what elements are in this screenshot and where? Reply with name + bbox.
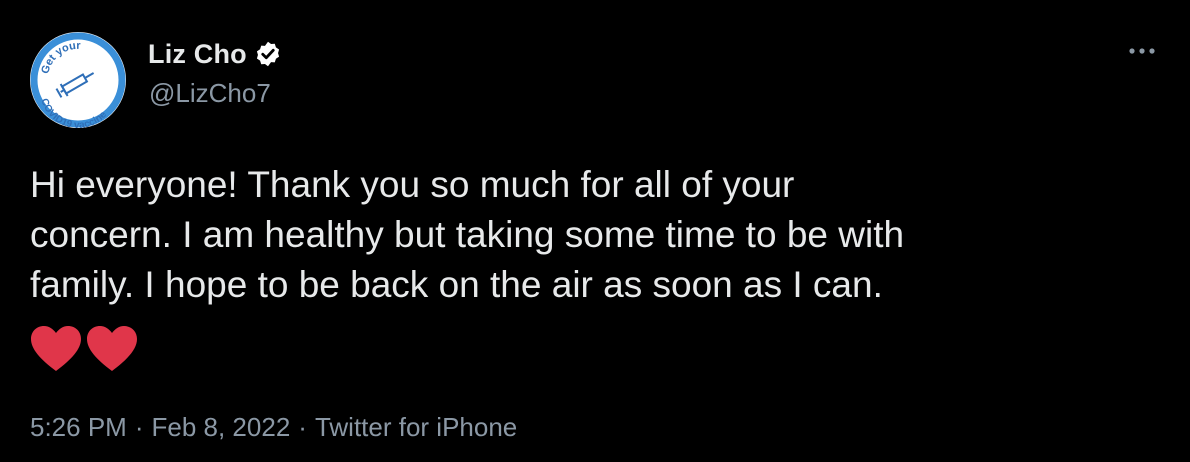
heart-emoji-icon xyxy=(31,326,81,371)
tweet-card: Get your COVID19 vaccine Liz Cho @LizCho… xyxy=(0,0,1190,462)
vaccine-badge: Get your COVID19 vaccine xyxy=(30,32,126,128)
tweet-date[interactable]: Feb 8, 2022 xyxy=(152,412,291,443)
tweet-line: Hi everyone! Thank you so much for all o… xyxy=(30,164,795,205)
tweet-meta: 5:26 PM · Feb 8, 2022 · Twitter for iPho… xyxy=(30,412,517,443)
tweet-text: Hi everyone! Thank you so much for all o… xyxy=(30,160,1160,310)
tweet-source[interactable]: Twitter for iPhone xyxy=(315,412,517,443)
more-dots-icon xyxy=(1129,48,1155,54)
tweet-time[interactable]: 5:26 PM xyxy=(30,412,127,443)
more-options-button[interactable] xyxy=(1124,36,1160,66)
tweet-line: family. I hope to be back on the air as … xyxy=(30,264,883,305)
avatar[interactable]: Get your COVID19 vaccine xyxy=(30,32,126,128)
author-name[interactable]: Liz Cho xyxy=(148,39,247,70)
heart-emoji-icon xyxy=(87,326,137,371)
author-name-row: Liz Cho xyxy=(148,37,282,71)
verified-badge-icon xyxy=(256,41,279,67)
meta-separator: · xyxy=(134,412,144,442)
author-handle[interactable]: @LizCho7 xyxy=(149,78,271,109)
emoji-row xyxy=(30,325,138,373)
meta-separator: · xyxy=(298,412,307,442)
tweet-line: concern. I am healthy but taking some ti… xyxy=(30,214,905,255)
